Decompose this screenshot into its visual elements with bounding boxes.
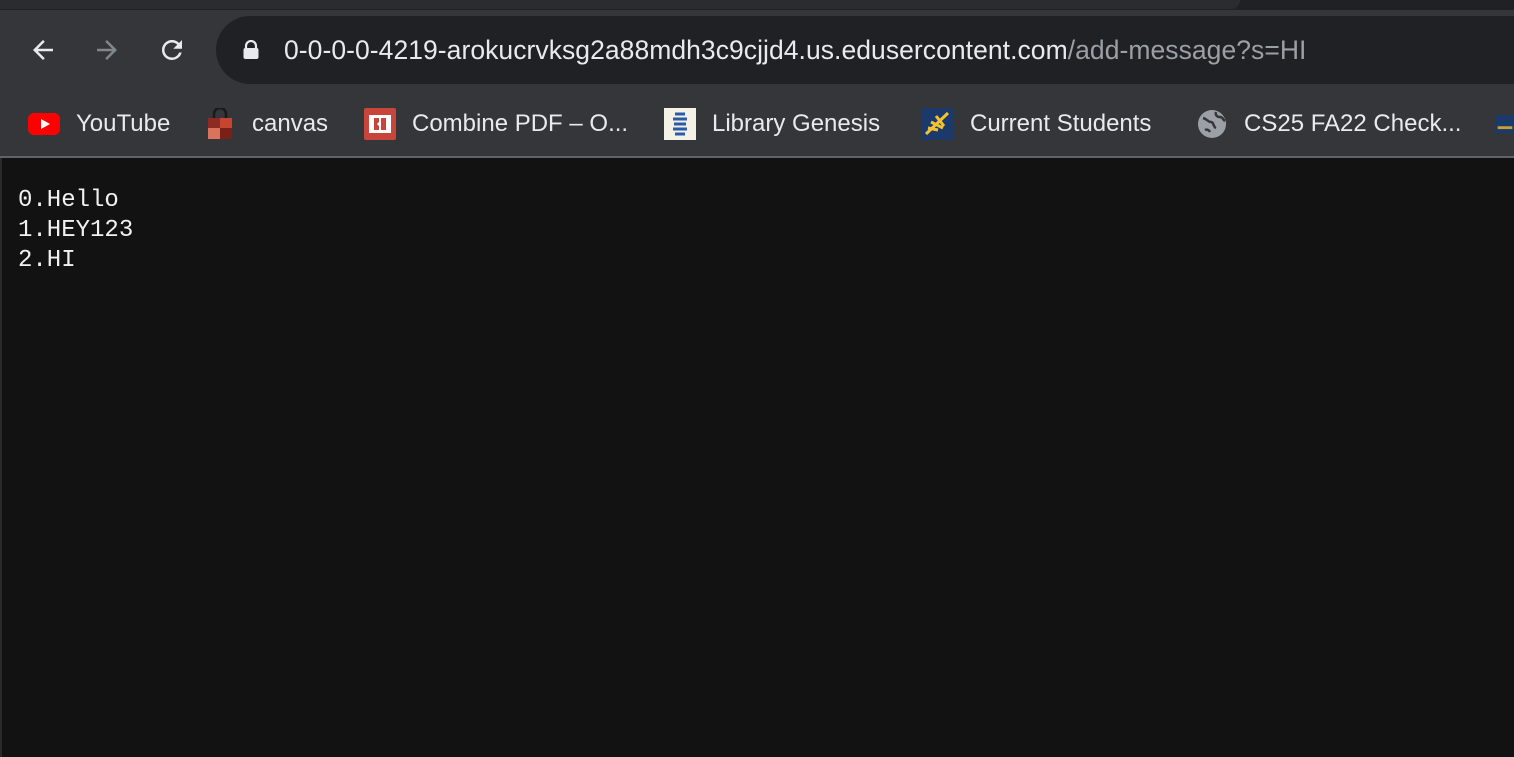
reload-icon xyxy=(161,39,182,60)
current-students-icon xyxy=(922,108,954,140)
address-bar[interactable]: 0-0-0-0-4219-arokucrvksg2a88mdh3c9cjjd4.… xyxy=(216,16,1514,84)
combine-pdf-icon xyxy=(364,108,396,140)
bookmark-combine-pdf[interactable]: Combine PDF – O... xyxy=(364,104,628,144)
partial-bookmark-icon xyxy=(1496,115,1514,133)
library-genesis-icon xyxy=(664,108,696,140)
url-text[interactable]: 0-0-0-0-4219-arokucrvksg2a88mdh3c9cjjd4.… xyxy=(284,33,1306,67)
arrow-left-icon xyxy=(33,40,53,60)
active-tab-edge xyxy=(0,0,1240,9)
bookmark-overflow-partial[interactable] xyxy=(1496,104,1514,144)
arrow-right-icon xyxy=(97,40,117,60)
url-host: 0-0-0-0-4219-arokucrvksg2a88mdh3c9cjjd4.… xyxy=(284,35,1068,65)
bookmark-label: canvas xyxy=(252,110,329,137)
bookmark-label: CS25 FA22 Check... xyxy=(1244,110,1462,137)
bookmark-library-genesis[interactable]: Library Genesis xyxy=(664,104,880,144)
message-list: 0.Hello 1.HEY123 2.HI xyxy=(18,186,133,276)
message-item: 0.Hello xyxy=(18,187,119,214)
youtube-icon xyxy=(28,108,60,140)
lock-icon[interactable] xyxy=(242,40,260,60)
url-path: /add-message?s=HI xyxy=(1067,35,1307,65)
bookmark-label: Combine PDF – O... xyxy=(412,110,629,137)
bookmark-label: Current Students xyxy=(970,110,1152,137)
bookmark-label: Library Genesis xyxy=(712,110,881,137)
back-button[interactable] xyxy=(23,30,63,70)
bookmark-canvas[interactable]: canvas xyxy=(204,104,328,144)
bookmark-cs25-fa22[interactable]: CS25 FA22 Check... xyxy=(1196,104,1461,144)
browser-toolbar: 0-0-0-0-4219-arokucrvksg2a88mdh3c9cjjd4.… xyxy=(0,10,1514,92)
forward-button[interactable] xyxy=(87,30,127,70)
message-item: 1.HEY123 xyxy=(18,217,134,244)
bookmark-label: YouTube xyxy=(76,110,171,137)
page-content: 0.Hello 1.HEY123 2.HI xyxy=(0,158,1514,757)
bookmark-current-students[interactable]: Current Students xyxy=(922,104,1151,144)
tab-strip xyxy=(0,0,1514,10)
canvas-icon xyxy=(204,108,236,140)
message-item: 2.HI xyxy=(18,247,76,274)
globe-icon xyxy=(1196,108,1228,140)
bookmarks-bar: YouTube canvas Combine PDF – O... Librar… xyxy=(0,92,1514,156)
reload-button[interactable] xyxy=(152,30,192,70)
bookmark-youtube[interactable]: YouTube xyxy=(28,104,170,144)
